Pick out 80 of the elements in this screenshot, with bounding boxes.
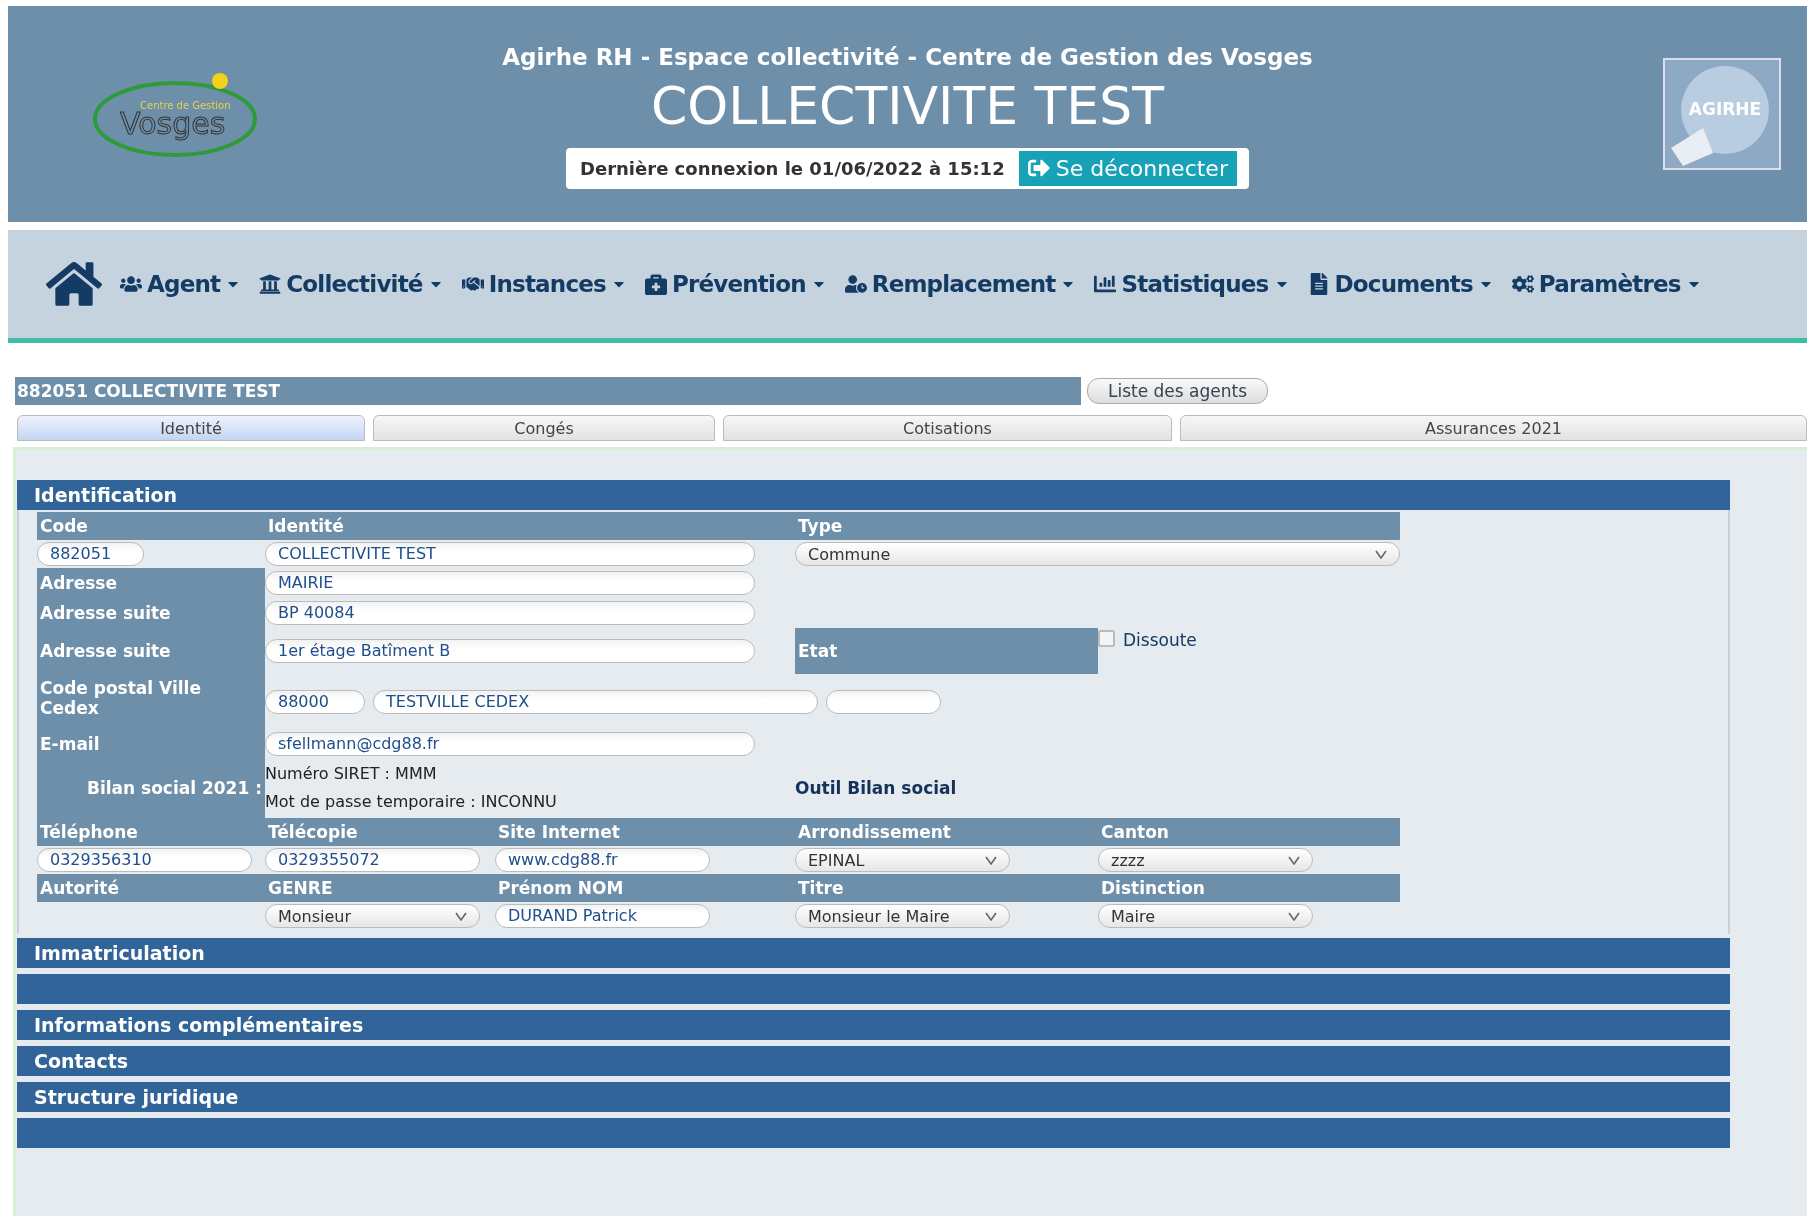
dropdown[interactable]: Commune <box>795 542 1400 566</box>
text-field[interactable]: 882051 <box>37 542 144 566</box>
nav-menu-item[interactable]: Paramètres <box>1511 271 1702 297</box>
field-label: Adresse <box>37 568 265 598</box>
text-field[interactable]: www.cdg88.fr <box>495 848 710 872</box>
column-header: Autorité <box>37 874 265 902</box>
field-label: Code postal Ville Cedex <box>37 674 265 730</box>
checkbox[interactable] <box>1098 630 1115 647</box>
text-field[interactable]: 1er étage Batîment B <box>265 639 755 663</box>
nav-menu-item[interactable]: Prévention <box>644 271 827 297</box>
nav-menu-item[interactable]: Collectivité <box>259 271 444 297</box>
text-field[interactable]: 0329356310 <box>37 848 252 872</box>
dropdown[interactable]: zzzz <box>1098 848 1313 872</box>
dropdown[interactable]: Monsieur le Maire <box>795 904 1010 928</box>
section-header[interactable]: Informations complémentaires <box>17 1010 1730 1040</box>
tab[interactable]: Identité <box>17 415 365 441</box>
field-label: Bilan social 2021 : <box>37 758 265 818</box>
column-header: Site Internet <box>495 818 795 846</box>
app-subtitle: Agirhe RH - Espace collectivité - Centre de Gestion des Vosges <box>502 43 1313 70</box>
checkbox-label: Dissoute <box>1123 630 1197 650</box>
column-header: Type <box>795 512 1400 540</box>
medical-kit-icon <box>644 273 667 295</box>
text-field[interactable]: MAIRIE <box>265 571 755 595</box>
section-header[interactable]: Contacts <box>17 1046 1730 1076</box>
agent-list-button[interactable]: Liste des agents <box>1087 378 1269 404</box>
nav-menu-item[interactable]: Agent <box>120 271 242 297</box>
column-header: Canton <box>1098 818 1400 846</box>
chevron-down-icon <box>1375 549 1387 559</box>
chevron-down-icon <box>1288 855 1300 865</box>
text-field[interactable]: COLLECTIVITE TEST <box>265 542 755 566</box>
info-text: Numéro SIRET : MMM <box>265 763 437 785</box>
dropdown[interactable]: Monsieur <box>265 904 480 928</box>
chevron-down-icon <box>455 911 467 921</box>
bilan-tool-link[interactable]: Outil Bilan social <box>795 778 957 798</box>
last-login-text: Dernière connexion le 01/06/2022 à 15:12 <box>580 157 1005 179</box>
field-label: E-mail <box>37 730 265 758</box>
column-header: Titre <box>795 874 1098 902</box>
chevron-down-icon <box>1288 911 1300 921</box>
info-text: Mot de passe temporaire : INCONNU <box>265 791 557 813</box>
tab[interactable]: Cotisations <box>723 415 1172 441</box>
field-label: Adresse suite <box>37 628 265 674</box>
column-header: GENRE <box>265 874 495 902</box>
bar-chart-icon <box>1094 273 1117 295</box>
column-header: Télécopie <box>265 818 495 846</box>
chevron-down-icon <box>985 855 997 865</box>
dropdown[interactable]: Maire <box>1098 904 1313 928</box>
column-header: Identité <box>265 512 795 540</box>
text-field[interactable] <box>826 690 941 714</box>
record-title-bar: 882051 COLLECTIVITE TEST <box>15 377 1081 405</box>
column-header: Code <box>37 512 265 540</box>
nav-menu-item[interactable]: Documents <box>1307 271 1494 297</box>
column-header: Distinction <box>1098 874 1400 902</box>
page-title: COLLECTIVITE TEST <box>651 75 1164 136</box>
text-field[interactable]: BP 40084 <box>265 601 755 625</box>
text-field[interactable]: 88000 <box>265 690 365 714</box>
chevron-down-icon <box>985 911 997 921</box>
bank-icon <box>259 273 282 295</box>
nav-menu-item[interactable]: Instances <box>461 271 627 297</box>
text-field[interactable]: DURAND Patrick <box>495 904 710 928</box>
column-header: Arrondissement <box>795 818 1098 846</box>
nav-menu-item[interactable]: Remplacement <box>844 271 1077 297</box>
gears-icon <box>1511 273 1534 295</box>
sign-out-icon <box>1027 157 1050 179</box>
nav-menu-item[interactable]: Statistiques <box>1094 271 1290 297</box>
text-field[interactable]: TESTVILLE CEDEX <box>373 690 818 714</box>
text-field[interactable]: 0329355072 <box>265 848 480 872</box>
field-label: Etat <box>795 628 1098 674</box>
text-field[interactable]: sfellmann@cdg88.fr <box>265 732 755 756</box>
column-header: Prénom NOM <box>495 874 795 902</box>
field-label: Adresse suite <box>37 598 265 628</box>
section-header[interactable]: Structure juridique <box>17 1082 1730 1112</box>
section-header[interactable]: Immatriculation <box>17 938 1730 968</box>
users-icon <box>120 273 142 295</box>
section-header[interactable]: Identification <box>17 480 1730 510</box>
tab[interactable]: Congés <box>373 415 715 441</box>
user-clock-icon <box>844 273 867 295</box>
tab[interactable]: Assurances 2021 <box>1180 415 1807 441</box>
badge-logo: AGIRHE <box>1663 58 1781 170</box>
dropdown[interactable]: EPINAL <box>795 848 1010 872</box>
column-header: Téléphone <box>37 818 265 846</box>
